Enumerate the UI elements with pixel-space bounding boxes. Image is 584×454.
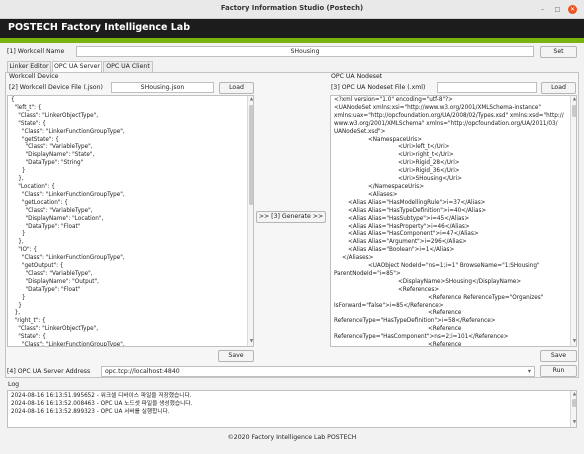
xml-line: xmlns:uax="http://opcfoundation.org/UA/2… xyxy=(334,112,564,119)
log-scrollbar[interactable]: ▲ ▼ xyxy=(570,391,576,427)
server-address-label: [4] OPC UA Server Address xyxy=(7,368,91,375)
tab-opc-ua-server[interactable]: OPC UA Server xyxy=(52,61,102,72)
xml-line: IsForward="false">i=85</Reference> xyxy=(334,302,444,309)
device-file-label: [2] Workcell Device File (.json) xyxy=(9,84,103,91)
xml-line: <Alias Alias="Boolean">i=1</Alias> xyxy=(348,247,455,254)
scroll-up-icon[interactable]: ▲ xyxy=(571,391,576,399)
xml-line: <Uri>left_t</Uri> xyxy=(398,144,450,151)
nodeset-load-button[interactable]: Load xyxy=(541,82,576,94)
tab-linker-editor[interactable]: Linker Editor xyxy=(7,61,51,72)
xml-line: <NamespaceUris> xyxy=(368,136,423,143)
scroll-down-icon[interactable]: ▼ xyxy=(571,419,576,427)
xml-line: <UANodeSet xmlns:xsi="http://www.w3.org/… xyxy=(334,104,542,111)
json-scrollbar[interactable]: ▲ ▼ xyxy=(247,96,253,346)
nodeset-save-button[interactable]: Save xyxy=(540,350,577,362)
nodeset-heading: OPC UA Nodeset xyxy=(331,73,383,80)
log-line: 2024-08-16 16:13:52.008463 - OPC UA 노드셋 … xyxy=(11,400,193,407)
log-lines: 2024-08-16 16:13:51.995652 - 워크셀 디바이스 파일… xyxy=(8,391,576,419)
workcell-name-input[interactable]: SHousing xyxy=(76,46,534,57)
device-json-editor[interactable]: { "left_t": { "Class": "LinkerObjectType… xyxy=(7,95,254,347)
xml-line: <Uri>right_t</Uri> xyxy=(398,152,454,159)
window-title: Factory Information Studio (Postech) xyxy=(220,4,364,12)
xml-line: <References> xyxy=(398,286,440,293)
xml-line: ParentNodeId="i=85"> xyxy=(334,270,401,277)
scroll-up-icon[interactable]: ▲ xyxy=(571,96,576,104)
log-heading: Log xyxy=(8,381,20,388)
xml-line: www.w3.org/2001/XMLSchema" xmlns="http:/… xyxy=(334,120,558,127)
maximize-icon[interactable]: □ xyxy=(553,5,562,14)
xml-line: <Alias Alias="Argument">i=296</Alias> xyxy=(348,239,467,246)
xml-line: UANodeSet.xsd"> xyxy=(334,128,386,135)
xml-line: <Alias Alias="HasProperty">i=46</Alias> xyxy=(348,223,470,230)
server-address-value: opc.tcp://localhost:4840 xyxy=(105,368,180,375)
xml-line: <Reference xyxy=(428,310,462,317)
banner-title: POSTECH Factory Intelligence Lab xyxy=(8,22,191,33)
xml-line: <Uri>Rigid_36</Uri> xyxy=(398,168,460,175)
xml-line: ReferenceType="HasComponent">ns=2;i=101<… xyxy=(334,334,509,341)
xml-line: </NamespaceUris> xyxy=(368,183,424,190)
device-save-button[interactable]: Save xyxy=(218,350,254,362)
nodeset-file-label: [3] OPC UA Nodeset File (.xml) xyxy=(331,84,426,91)
nodeset-xml-text: <?xml version="1.0" encoding="utf-8"?> <U… xyxy=(331,96,569,347)
scroll-down-icon[interactable]: ▼ xyxy=(571,338,576,346)
xml-line: <Alias Alias="HasTypeDefinition">i=40</A… xyxy=(348,207,487,214)
xml-line: <Reference xyxy=(428,342,462,347)
json-scroll-thumb[interactable] xyxy=(249,105,253,205)
workcell-name-label: [1] Workcell Name xyxy=(7,48,65,55)
xml-line: <Alias Alias="HasComponent">i=47</Alias> xyxy=(348,231,479,238)
nodeset-xml-editor[interactable]: <?xml version="1.0" encoding="utf-8"?> <U… xyxy=(330,95,577,347)
close-icon[interactable]: ✕ xyxy=(568,5,577,14)
footer-text: ©2020 Factory Intelligence Lab POSTECH xyxy=(227,434,357,441)
scroll-down-icon[interactable]: ▼ xyxy=(248,338,253,346)
xml-line: <Reference xyxy=(428,326,462,333)
log-scroll-thumb[interactable] xyxy=(572,399,576,407)
window-titlebar: Factory Information Studio (Postech) – □… xyxy=(0,0,584,19)
xml-scrollbar[interactable]: ▲ ▼ xyxy=(570,96,576,346)
xml-line: <Reference ReferenceType="Organizes" xyxy=(428,294,544,301)
app-banner: POSTECH Factory Intelligence Lab xyxy=(0,19,584,38)
xml-line: ReferenceType="HasTypeDefinition">i=58</… xyxy=(334,318,496,325)
xml-line: <Aliases> xyxy=(368,191,398,198)
log-line: 2024-08-16 16:13:51.995652 - 워크셀 디바이스 파일… xyxy=(11,393,192,399)
xml-scroll-thumb[interactable] xyxy=(572,105,576,117)
device-json-text: { "left_t": { "Class": "LinkerObjectType… xyxy=(11,97,125,347)
device-load-button[interactable]: Load xyxy=(219,82,254,94)
xml-line: <UAObject NodeId="ns=1;i=1" BrowseName="… xyxy=(368,263,540,270)
scroll-up-icon[interactable]: ▲ xyxy=(248,96,253,104)
xml-line: </Aliases> xyxy=(342,255,374,262)
device-file-input[interactable]: SHousing.json xyxy=(111,82,214,93)
server-address-select[interactable]: opc.tcp://localhost:4840 ▾ xyxy=(101,366,535,377)
xml-line: <DisplayName>SHousing</DisplayName> xyxy=(398,278,522,285)
workcell-device-heading: Workcell Device xyxy=(9,73,59,80)
run-button[interactable]: Run xyxy=(540,365,577,377)
xml-line: <Uri>Rigid_28</Uri> xyxy=(398,160,460,167)
chevron-down-icon[interactable]: ▾ xyxy=(528,367,531,376)
xml-line: <?xml version="1.0" encoding="utf-8"?> xyxy=(334,97,453,103)
log-panel: 2024-08-16 16:13:51.995652 - 워크셀 디바이스 파일… xyxy=(7,390,577,428)
nodeset-file-input[interactable] xyxy=(437,82,537,93)
minimize-icon[interactable]: – xyxy=(538,5,547,14)
generate-button[interactable]: >> [3] Generate >> xyxy=(256,211,326,223)
set-button[interactable]: Set xyxy=(540,46,577,58)
xml-line: <Uri>SHousing</Uri> xyxy=(398,176,462,183)
log-line: 2024-08-16 16:13:52.899323 - OPC UA 서버를 … xyxy=(11,408,170,415)
tab-opc-ua-client[interactable]: OPC UA Client xyxy=(103,61,153,72)
xml-line: <Alias Alias="HasModellingRule">i=37</Al… xyxy=(348,199,486,206)
xml-line: <Alias Alias="HasSubtype">i=45</Alias> xyxy=(348,215,470,222)
